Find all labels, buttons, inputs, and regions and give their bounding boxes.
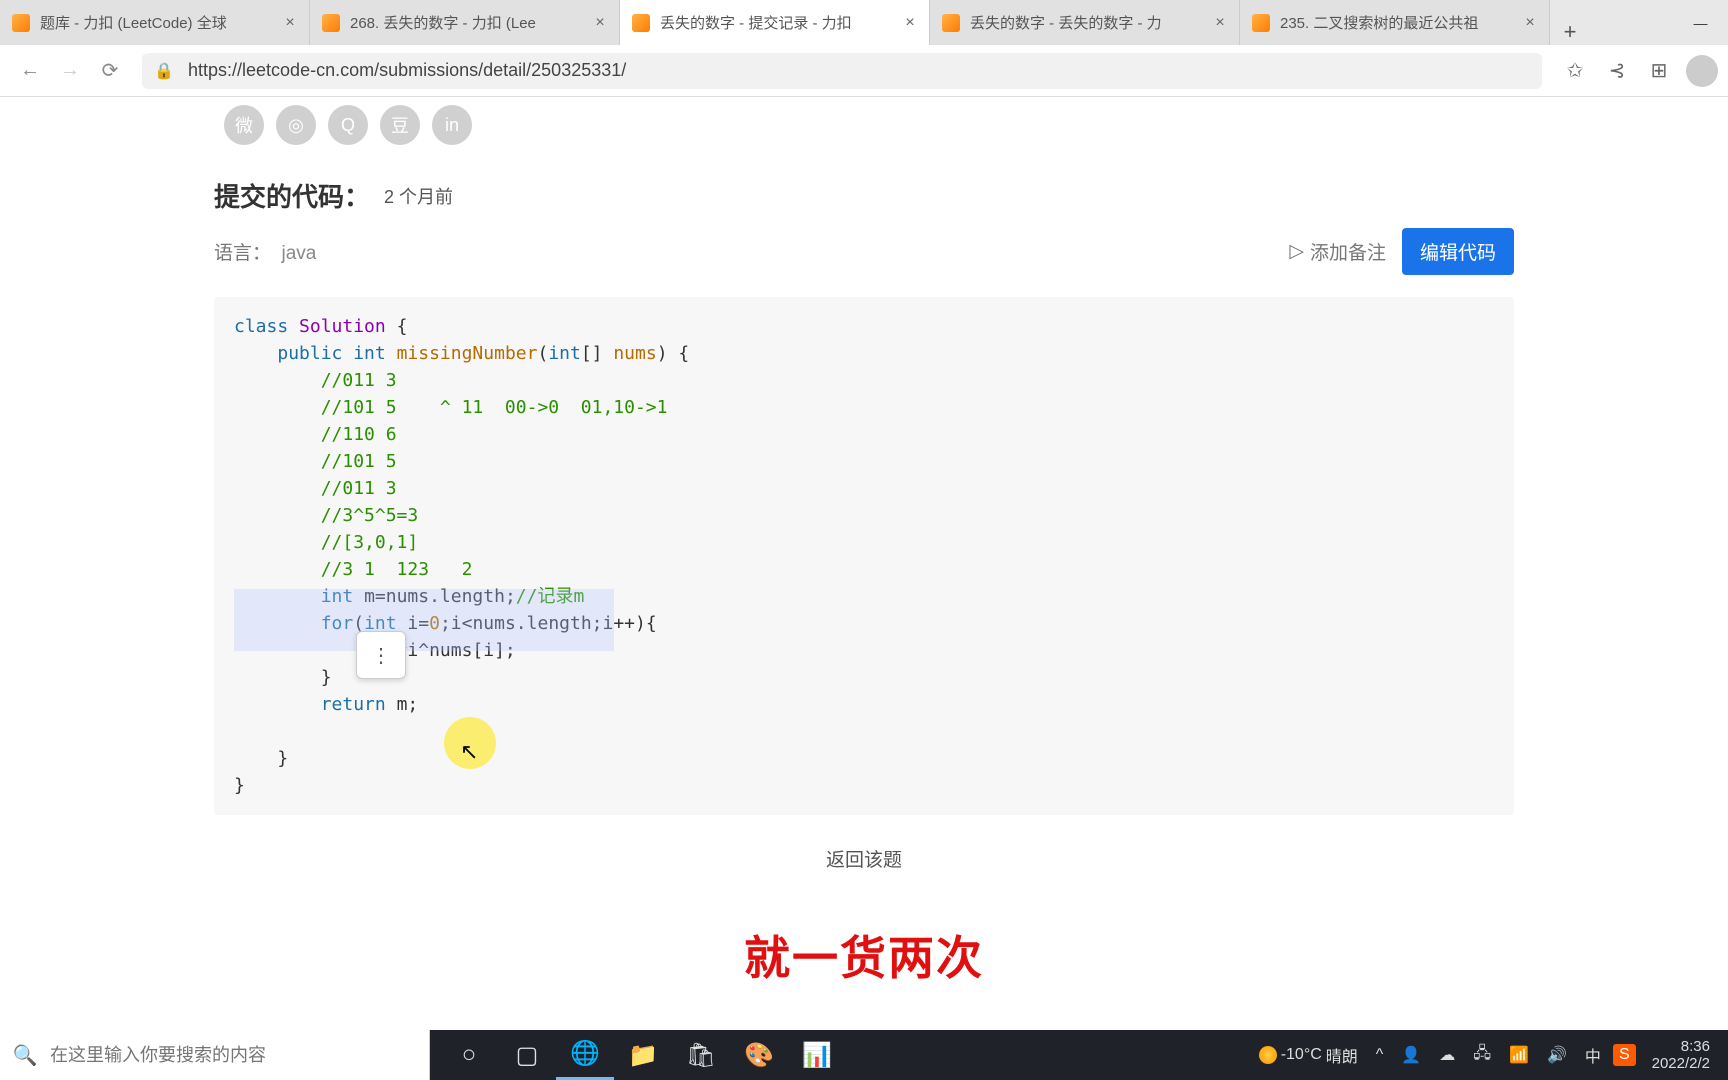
minimize-button[interactable]: — [1673,0,1728,45]
tray-people-icon[interactable]: 👤 [1395,1045,1427,1065]
tray-network-icon[interactable]: 🖧 [1467,1042,1497,1069]
forward-button[interactable]: → [50,51,90,91]
taskview-icon[interactable]: ▢ [498,1030,556,1080]
address-bar[interactable]: 🔒 [142,53,1542,89]
weibo-icon[interactable]: ◎ [276,105,316,145]
leetcode-icon [1252,14,1270,32]
add-note-label: 添加备注 [1310,238,1386,265]
wechat-icon[interactable]: 微 [224,105,264,145]
favorites-icon[interactable]: ⊰ [1596,50,1638,92]
language-value: java [281,243,316,264]
tab-label: 235. 二叉搜索树的最近公共祖 [1280,12,1521,33]
code-block[interactable]: class Solution { public int missingNumbe… [214,297,1514,815]
leetcode-icon [12,14,30,32]
submission-header: 提交的代码： 2 个月前 [184,169,1544,228]
close-icon[interactable]: × [281,14,299,32]
edge-icon[interactable]: 🌐 [556,1030,614,1080]
refresh-button[interactable]: ⟳ [90,51,130,91]
close-icon[interactable]: × [591,14,609,32]
system-tray: -10°C 晴朗 ^ 👤 ☁ 🖧 📶 🔊 中 S 8:36 2022/2/2 [1245,1030,1728,1080]
tray-chevron-icon[interactable]: ^ [1370,1046,1390,1064]
taskbar-clock[interactable]: 8:36 2022/2/2 [1642,1038,1720,1073]
read-aloud-icon[interactable]: ✩ [1554,50,1596,92]
tab-1[interactable]: 268. 丢失的数字 - 力扣 (Lee × [310,0,620,45]
windows-taskbar: 🔍 ○ ▢ 🌐 📁 🛍 🎨 📊 -10°C 晴朗 ^ 👤 ☁ 🖧 📶 🔊 中 S… [0,1030,1728,1080]
store-icon[interactable]: 🛍 [672,1030,730,1080]
edit-code-button[interactable]: 编辑代码 [1402,228,1514,275]
tab-0[interactable]: 题库 - 力扣 (LeetCode) 全球 × [0,0,310,45]
submission-time: 2 个月前 [384,183,453,209]
code-text: class Solution { public int missingNumbe… [234,313,1494,799]
tab-3[interactable]: 丢失的数字 - 丢失的数字 - 力 × [930,0,1240,45]
sun-icon [1259,1046,1277,1064]
taskbar-apps: ○ ▢ 🌐 📁 🛍 🎨 📊 [430,1030,1245,1080]
back-button[interactable]: ← [10,51,50,91]
app-icon[interactable]: 🎨 [730,1030,788,1080]
window-controls: — [1673,0,1728,45]
tab-label: 丢失的数字 - 提交记录 - 力扣 [660,12,901,33]
heading: 提交的代码： [214,177,370,214]
linkedin-icon[interactable]: in [432,105,472,145]
browser-toolbar: ← → ⟳ 🔒 ✩ ⊰ ⊞ [0,45,1728,97]
browser-tabstrip: 题库 - 力扣 (LeetCode) 全球 × 268. 丢失的数字 - 力扣 … [0,0,1728,45]
video-caption: 就一货两次 [184,922,1544,988]
leetcode-icon [632,14,650,32]
context-menu-button[interactable]: ⋮ [356,631,406,679]
tray-volume-icon[interactable]: 🔊 [1541,1045,1573,1065]
back-to-problem-link[interactable]: 返回该题 [184,845,1544,872]
leetcode-icon [942,14,960,32]
close-icon[interactable]: × [1521,14,1539,32]
submission-meta: 语言： java ▷ 添加备注 编辑代码 [184,228,1544,285]
share-bar: 微 ◎ Q 豆 in [184,97,1544,169]
new-tab-button[interactable]: + [1550,19,1590,45]
taskbar-search-input[interactable] [50,1045,429,1066]
cortana-icon[interactable]: ○ [440,1030,498,1080]
leetcode-icon [322,14,340,32]
close-icon[interactable]: × [901,14,919,32]
tab-2[interactable]: 丢失的数字 - 提交记录 - 力扣 × [620,0,930,45]
taskbar-search[interactable]: 🔍 [0,1030,430,1080]
url-input[interactable] [188,60,1530,81]
weather-widget[interactable]: -10°C 晴朗 [1253,1043,1364,1067]
weather-temp: -10°C [1281,1046,1322,1064]
page-content: 微 ◎ Q 豆 in 提交的代码： 2 个月前 语言： java ▷ 添加备注 … [0,97,1728,1030]
tabs-container: 题库 - 力扣 (LeetCode) 全球 × 268. 丢失的数字 - 力扣 … [0,0,1673,45]
explorer-icon[interactable]: 📁 [614,1030,672,1080]
app-icon-2[interactable]: 📊 [788,1030,846,1080]
qq-icon[interactable]: Q [328,105,368,145]
tab-label: 题库 - 力扣 (LeetCode) 全球 [40,12,281,33]
tray-ime[interactable]: 中 [1579,1043,1607,1067]
lock-icon: 🔒 [154,61,174,81]
profile-avatar[interactable] [1686,55,1718,87]
tab-4[interactable]: 235. 二叉搜索树的最近公共祖 × [1240,0,1550,45]
clock-time: 8:36 [1652,1038,1710,1055]
tray-wifi-icon[interactable]: 📶 [1503,1045,1535,1065]
search-icon: 🔍 [0,1043,50,1068]
douban-icon[interactable]: 豆 [380,105,420,145]
add-note-button[interactable]: ▷ 添加备注 [1289,238,1386,265]
tab-label: 丢失的数字 - 丢失的数字 - 力 [970,12,1211,33]
tray-onedrive-icon[interactable]: ☁ [1433,1045,1461,1065]
tab-label: 268. 丢失的数字 - 力扣 (Lee [350,12,591,33]
tray-sogou-icon[interactable]: S [1613,1044,1636,1066]
close-icon[interactable]: × [1211,14,1229,32]
language-label: 语言： [214,243,271,264]
flag-icon: ▷ [1289,240,1304,263]
clock-date: 2022/2/2 [1652,1055,1710,1072]
collections-icon[interactable]: ⊞ [1638,50,1680,92]
weather-text: 晴朗 [1326,1043,1358,1067]
